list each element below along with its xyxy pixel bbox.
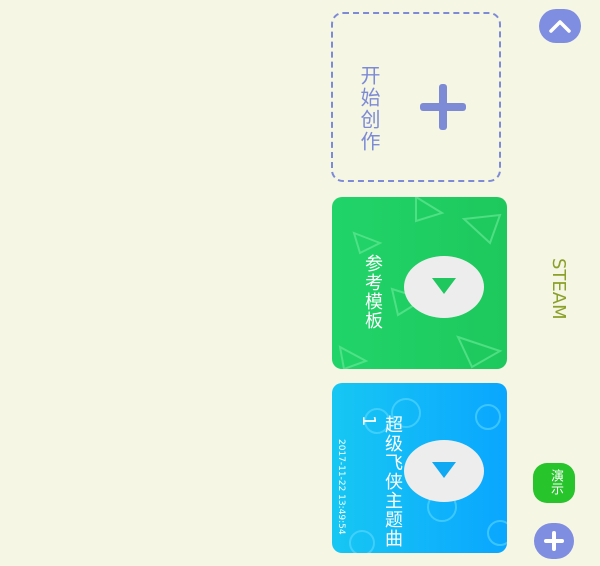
template-card[interactable]: 参考模板 [332,197,507,369]
play-button[interactable] [404,256,484,318]
chevron-up-icon [549,20,571,33]
project-card-date: 2017-11-22 13:49:54 [336,439,346,535]
play-button[interactable] [404,440,484,502]
collapse-button[interactable] [539,9,581,43]
demo-button[interactable]: 演示 [533,463,575,503]
create-card-label: 开始创作 [357,65,381,153]
play-icon [432,462,456,478]
plus-icon [420,84,466,130]
project-card[interactable]: 超级飞侠主题曲1 2017-11-22 13:49:54 [332,383,507,553]
template-card-title: 参考模板 [362,254,383,330]
plus-icon [544,531,564,551]
demo-button-label: 演示 [548,469,563,495]
project-card-title: 超级飞侠主题曲1 [358,415,403,548]
play-icon [432,278,456,294]
add-button[interactable] [534,523,574,559]
steam-label: STEAM [548,258,569,320]
